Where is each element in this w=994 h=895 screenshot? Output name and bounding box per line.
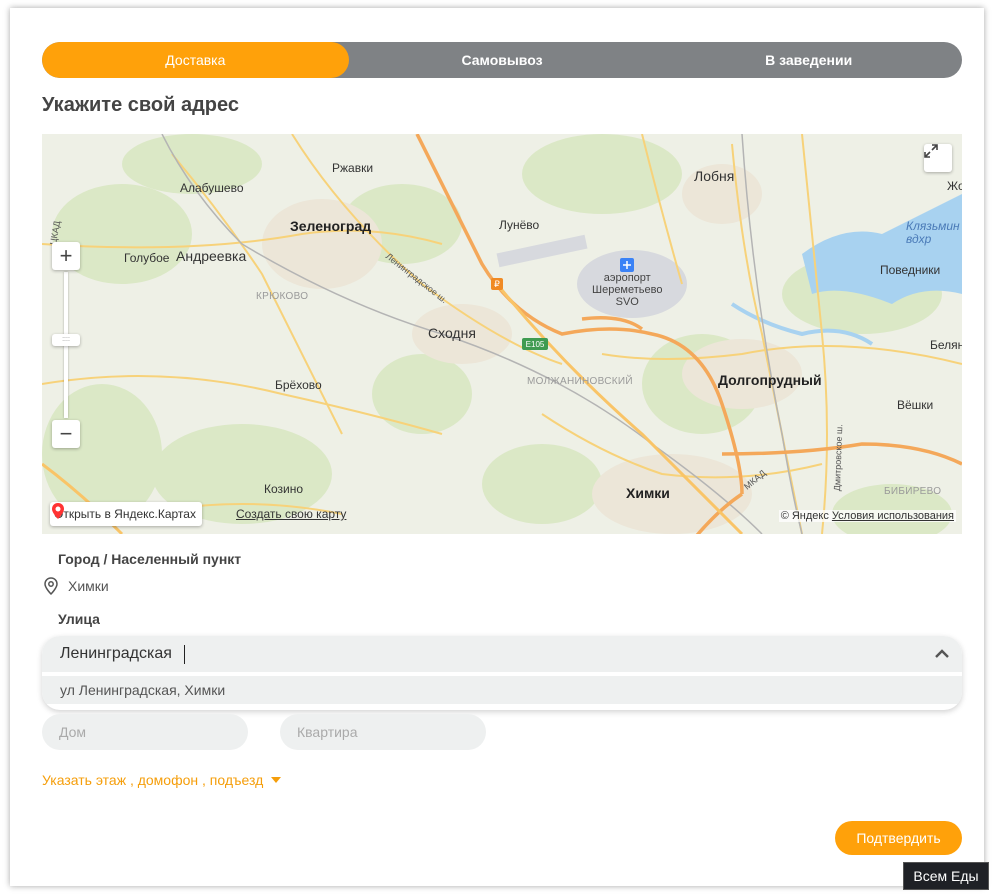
- map-label-klyazminskoe: Клязьмин вдхр: [906, 219, 960, 246]
- map-label-skhodnya: Сходня: [428, 325, 476, 341]
- house-input[interactable]: [42, 714, 248, 750]
- zoom-out-button[interactable]: −: [52, 420, 80, 448]
- terms-link[interactable]: Условия использования: [832, 510, 954, 522]
- apartment-input[interactable]: [280, 714, 486, 750]
- tab-delivery[interactable]: Доставка: [42, 42, 349, 78]
- map-label-zelenograd: Зеленоград: [290, 218, 372, 234]
- map-pin-icon: [52, 503, 64, 519]
- page-title: Укажите свой адрес: [42, 94, 240, 116]
- map-label-lobnya: Лобня: [694, 168, 735, 184]
- map-label-kryukovo: КРЮКОВО: [256, 291, 309, 302]
- map-label-rzhavki: Ржавки: [332, 161, 374, 175]
- map-label-khimki: Химки: [626, 485, 670, 501]
- text-caret: [184, 645, 185, 664]
- tab-dine-in[interactable]: В заведении: [655, 42, 962, 78]
- map-label-belyan: Белян: [930, 338, 962, 352]
- map-label-bibirevo: БИБИРЕВО: [884, 486, 942, 497]
- map[interactable]: E105 ₽ Зеленоград Андреевка Алабушево Рж…: [42, 134, 962, 534]
- map-label-zh: Жо: [947, 179, 962, 193]
- map-label-vyoshki: Вёшки: [897, 398, 934, 412]
- map-label-dolgoprudny: Долгопрудный: [718, 372, 822, 388]
- delivery-type-tabs: Доставка Самовывоз В заведении: [42, 42, 962, 78]
- brand-badge: Всем Еды: [903, 862, 989, 890]
- open-in-yandex-maps-button[interactable]: Открыть в Яндекс.Картах: [50, 502, 202, 526]
- chevron-up-icon[interactable]: [934, 646, 950, 662]
- copyright-text: © Яндекс: [780, 510, 829, 522]
- street-label: Улица: [58, 611, 100, 627]
- confirm-button[interactable]: Подтвердить: [835, 821, 962, 855]
- map-label-brekhovo: Брёхово: [275, 378, 322, 392]
- location-pin-icon: [44, 577, 58, 596]
- map-label-kozino: Козино: [264, 482, 304, 496]
- fullscreen-button[interactable]: [924, 144, 952, 172]
- street-suggestion-item[interactable]: ул Ленинградская, Химки: [42, 676, 962, 704]
- tab-pickup[interactable]: Самовывоз: [349, 42, 656, 78]
- street-autocomplete: ул Ленинградская, Химки: [42, 636, 962, 710]
- expand-icon: [924, 144, 938, 158]
- map-label-alabushevo: Алабушево: [180, 181, 244, 195]
- map-label-golubo: Голубое: [124, 251, 170, 265]
- extra-details-label: Указать этаж , домофон , подъезд: [42, 772, 264, 788]
- extra-details-toggle[interactable]: Указать этаж , домофон , подъезд: [42, 772, 282, 788]
- city-value: Химки: [68, 578, 109, 594]
- svg-text:E105: E105: [526, 340, 545, 349]
- open-in-yandex-label: Открыть в Яндекс.Картах: [54, 507, 196, 521]
- map-copyright: © Яндекс Условия использования: [778, 510, 956, 522]
- address-card: Доставка Самовывоз В заведении Укажите с…: [10, 8, 984, 886]
- street-input[interactable]: [42, 636, 962, 672]
- map-label-airport: аэропорт Шереметьево SVO: [592, 272, 663, 308]
- city-label: Город / Населенный пункт: [58, 551, 242, 567]
- zoom-in-button[interactable]: +: [52, 242, 80, 270]
- zoom-slider-handle[interactable]: ::::: [52, 334, 80, 346]
- create-map-link[interactable]: Создать свою карту: [236, 507, 346, 521]
- city-value-row[interactable]: Химки: [42, 576, 109, 596]
- map-label-andreevka: Андреевка: [176, 248, 247, 264]
- svg-text:₽: ₽: [494, 279, 500, 289]
- caret-down-icon: [271, 777, 282, 783]
- map-label-povedniki: Поведники: [880, 263, 941, 277]
- map-label-lunevo: Лунёво: [499, 218, 540, 232]
- map-label-molzhaninovsky: МОЛЖАНИНОВСКИЙ: [527, 376, 633, 387]
